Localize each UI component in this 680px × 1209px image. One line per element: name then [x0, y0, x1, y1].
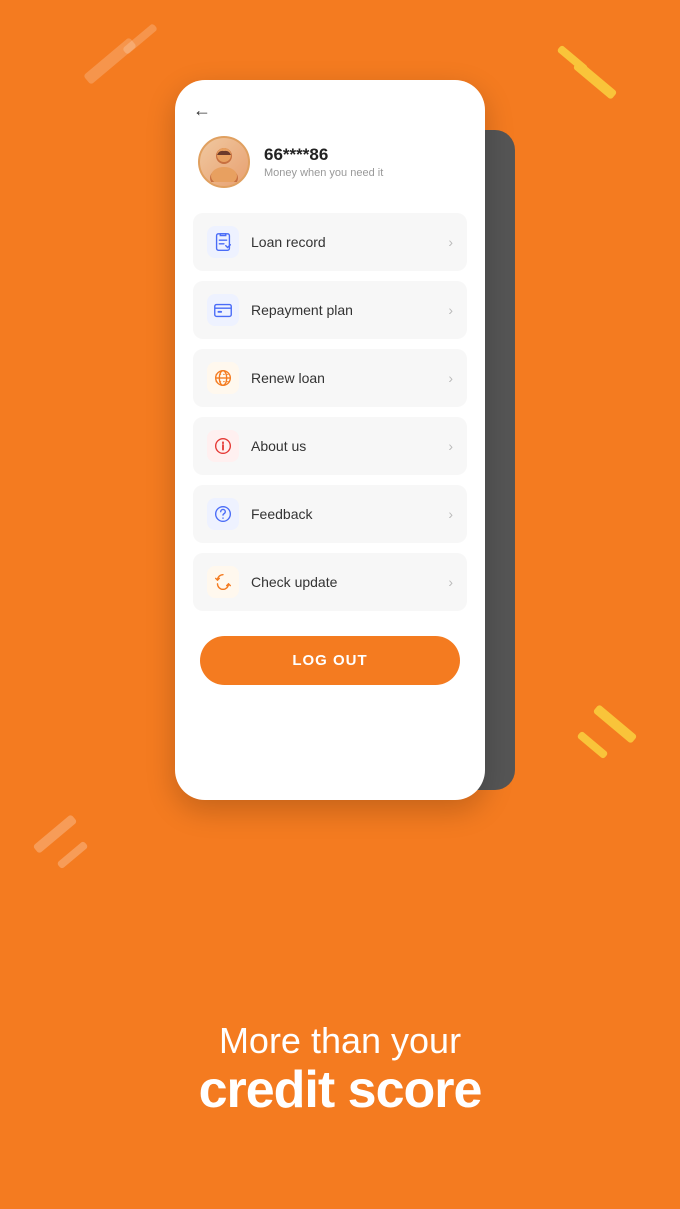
- renew-loan-label: Renew loan: [251, 370, 448, 386]
- phone-screen: ← 66****86 Money when you need it: [175, 80, 485, 705]
- user-info: 66****86 Money when you need it: [264, 145, 383, 179]
- user-header: 66****86 Money when you need it: [193, 136, 467, 188]
- repayment-plan-arrow: ›: [448, 302, 453, 318]
- info-icon: [207, 430, 239, 462]
- deco-strip-4: [557, 45, 589, 74]
- avatar: [198, 136, 250, 188]
- phone-body: ← 66****86 Money when you need it: [175, 80, 485, 800]
- menu-item-loan-record[interactable]: Loan record ›: [193, 213, 467, 271]
- about-us-arrow: ›: [448, 438, 453, 454]
- logout-button[interactable]: LOG OUT: [200, 636, 460, 685]
- loan-record-label: Loan record: [251, 234, 448, 250]
- card-icon: [207, 294, 239, 326]
- loan-record-arrow: ›: [448, 234, 453, 250]
- phone-mockup: ← 66****86 Money when you need it: [175, 80, 505, 830]
- menu-item-feedback[interactable]: Feedback ›: [193, 485, 467, 543]
- clipboard-icon: [207, 226, 239, 258]
- deco-strip-3: [573, 60, 618, 100]
- deco-strip-2: [122, 23, 158, 55]
- menu-item-about-us[interactable]: About us ›: [193, 417, 467, 475]
- back-button[interactable]: ←: [193, 100, 211, 121]
- user-tagline: Money when you need it: [264, 167, 383, 179]
- deco-strip-8: [57, 841, 89, 870]
- feedback-arrow: ›: [448, 506, 453, 522]
- check-update-label: Check update: [251, 574, 448, 590]
- menu-item-repayment-plan[interactable]: Repayment plan ›: [193, 281, 467, 339]
- menu-item-check-update[interactable]: Check update ›: [193, 553, 467, 611]
- deco-strip-5: [593, 704, 638, 744]
- menu-item-renew-loan[interactable]: Renew loan ›: [193, 349, 467, 407]
- deco-strip-6: [577, 731, 609, 760]
- tagline-line2: credit score: [30, 1062, 650, 1119]
- renew-loan-arrow: ›: [448, 370, 453, 386]
- tagline-line1: More than your: [30, 1019, 650, 1062]
- menu-list: Loan record › Repayment plan ›: [193, 213, 467, 611]
- check-update-arrow: ›: [448, 574, 453, 590]
- username: 66****86: [264, 145, 383, 165]
- globe-icon: [207, 362, 239, 394]
- refresh-icon: [207, 566, 239, 598]
- bottom-text: More than your credit score: [0, 1019, 680, 1119]
- repayment-plan-label: Repayment plan: [251, 302, 448, 318]
- feedback-label: Feedback: [251, 506, 448, 522]
- deco-strip-1: [83, 37, 137, 85]
- deco-strip-7: [33, 814, 78, 854]
- question-icon: [207, 498, 239, 530]
- about-us-label: About us: [251, 438, 448, 454]
